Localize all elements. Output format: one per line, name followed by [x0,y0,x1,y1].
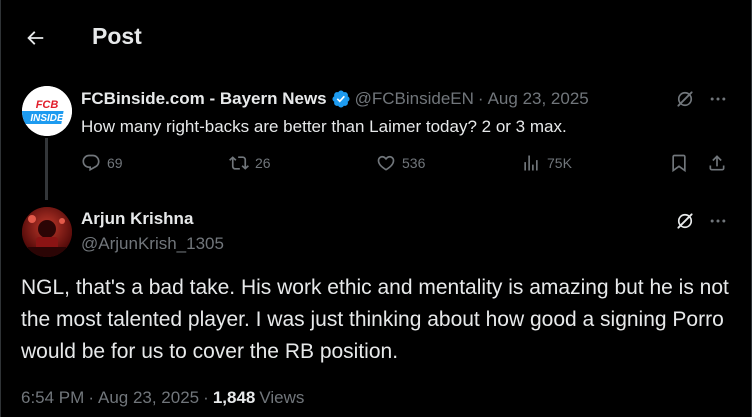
post-time[interactable]: 6:54 PM [21,388,84,408]
reply-button[interactable]: 69 [81,153,123,173]
author-handle[interactable]: @FCBinsideEN [355,89,474,109]
bookmark-icon [672,154,686,173]
fcbinside-logo: FCB INSIDE [22,86,72,136]
thread-line [45,138,48,200]
avatar[interactable] [22,207,72,257]
post-date[interactable]: Aug 23, 2025 [488,89,589,109]
app-frame: Post FCB INSIDE FCBinside.com - Bayern N… [0,0,752,417]
views-label: Views [259,388,305,407]
repost-icon [229,156,249,170]
post-text: NGL, that's a bad take. His work ethic a… [21,276,729,363]
avatar[interactable]: FCB INSIDE [22,86,72,136]
author-name[interactable]: FCBinside.com - Bayern News [81,89,327,109]
logo-text-top: FCB [36,99,59,111]
separator-dot: · [88,388,94,407]
reply-count: 69 [107,155,123,171]
like-count: 536 [402,155,426,171]
more-options-icon[interactable] [706,209,730,233]
views-count[interactable]: 1,848 [213,388,256,408]
views-button[interactable]: 75K [521,153,572,173]
post-header: FCBinside.com - Bayern News @FCBinsideEN… [81,89,589,109]
author-handle[interactable]: @ArjunKrish_1305 [81,234,224,254]
heart-icon [377,155,395,171]
bookmark-button[interactable] [669,153,689,173]
post-actions: 69 26 536 75K [81,153,733,177]
separator-dot: · [477,89,484,108]
author-name[interactable]: Arjun Krishna [81,209,193,229]
reply-icon [82,154,100,172]
more-options-icon[interactable] [706,87,730,111]
repost-button[interactable]: 26 [229,153,271,173]
share-icon [709,155,725,171]
back-button[interactable] [15,20,55,56]
grok-icon[interactable] [673,209,697,233]
verified-badge-icon [331,89,351,109]
repost-count: 26 [255,155,271,171]
separator-dot: · [203,388,209,407]
share-button[interactable] [707,153,727,173]
profile-photo [22,207,72,257]
post-text: How many right-backs are better than Lai… [81,117,567,136]
post-meta: 6:54 PM · Aug 23, 2025 · 1,848 Views [21,388,304,408]
like-button[interactable]: 536 [376,153,425,173]
analytics-icon [524,155,538,171]
post-date[interactable]: Aug 23, 2025 [98,388,199,408]
header: Post [1,0,752,75]
grok-icon[interactable] [673,87,697,111]
arrow-left-icon [27,31,44,45]
views-count: 75K [547,155,572,171]
page-title: Post [92,23,142,49]
logo-text-bottom: INSIDE [30,113,64,124]
